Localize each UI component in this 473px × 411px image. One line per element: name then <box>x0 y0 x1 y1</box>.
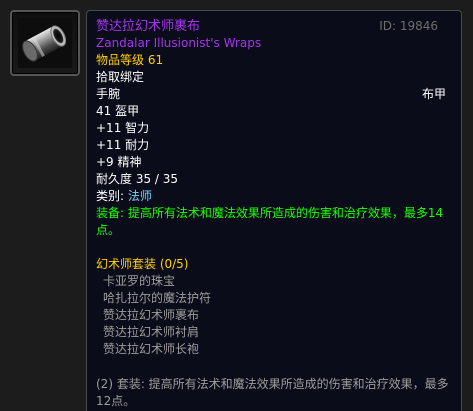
set-piece[interactable]: 卡亚罗的珠宝 <box>96 273 452 290</box>
armor-value: 41 盔甲 <box>96 104 140 118</box>
item-name-en: Zandalar Illusionist's Wraps <box>96 36 262 50</box>
item-name-cn: 赞达拉幻术师裹布 <box>96 19 201 34</box>
set-piece[interactable]: 赞达拉幻术师长袍 <box>96 341 452 358</box>
stat-intellect: +11 智力 <box>96 121 150 135</box>
item-id: ID: 19846 <box>379 19 438 33</box>
set-bonus: (2) 套装: 提高所有法术和魔法效果所造成的伤害和治疗效果，最多12点。 <box>96 377 449 408</box>
slot-row: 手腕 布甲 <box>96 86 452 103</box>
bracer-icon <box>18 18 72 68</box>
durability: 耐久度 35 / 35 <box>96 172 179 186</box>
set-title[interactable]: 幻术师套装 (0/5) <box>96 256 452 273</box>
bind-type: 拾取绑定 <box>96 70 145 84</box>
set-piece[interactable]: 赞达拉幻术师衬肩 <box>96 324 452 341</box>
class-link[interactable]: 法师 <box>128 189 152 203</box>
stat-stamina: +11 耐力 <box>96 138 150 152</box>
stat-spirit: +9 精神 <box>96 155 142 169</box>
item-level: 物品等级 61 <box>96 53 164 67</box>
item-name-row: 赞达拉幻术师裹布 ID: 19846 <box>96 18 452 35</box>
item-icon-frame[interactable] <box>10 10 80 76</box>
equip-effect: 装备: 提高所有法术和魔法效果所造成的伤害和治疗效果，最多14点。 <box>96 206 444 237</box>
set-piece[interactable]: 赞达拉幻术师裹布 <box>96 307 452 324</box>
class-row: 类别: 法师 <box>96 188 452 205</box>
set-piece[interactable]: 哈扎拉尔的魔法护符 <box>96 290 452 307</box>
armor-type: 布甲 <box>421 87 446 101</box>
class-label: 类别: <box>96 189 128 203</box>
item-tooltip: 赞达拉幻术师裹布 ID: 19846 Zandalar Illusionist'… <box>86 10 462 411</box>
item-slot: 手腕 <box>96 87 121 101</box>
